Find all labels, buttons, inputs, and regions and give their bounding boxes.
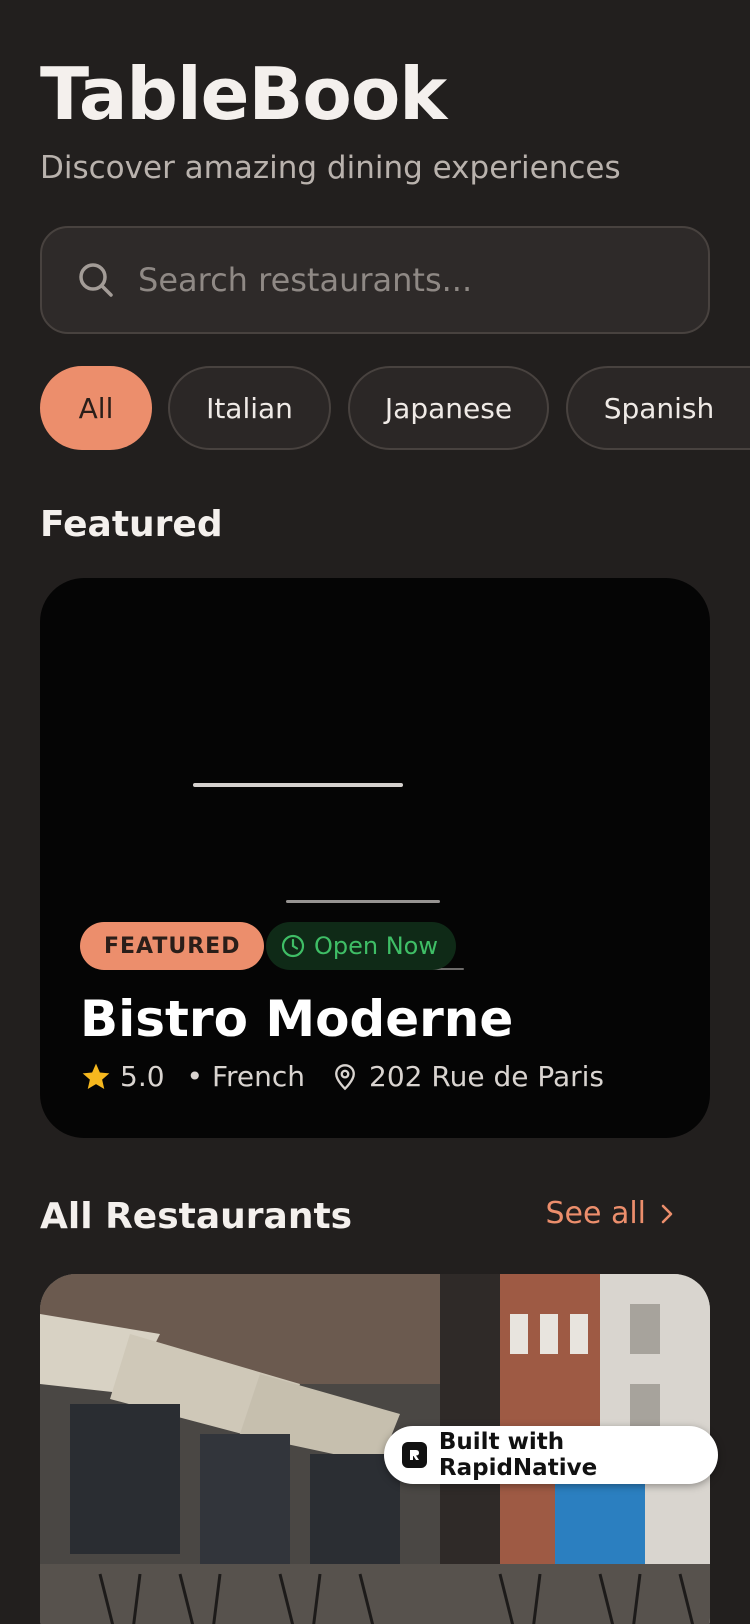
cuisine-label: • French — [186, 1060, 306, 1093]
chevron-right-icon — [661, 1204, 673, 1223]
open-status-badge: Open Now — [266, 922, 456, 970]
rating-value: 5.0 — [120, 1060, 165, 1093]
category-chip-spanish[interactable]: Spanish — [566, 366, 750, 450]
featured-restaurant-name: Bistro Moderne — [80, 990, 514, 1048]
category-chip-japanese[interactable]: Japanese — [348, 366, 549, 450]
category-chip-italian[interactable]: Italian — [168, 366, 331, 450]
search-input[interactable] — [138, 228, 678, 332]
see-all-link[interactable]: See all — [545, 1196, 680, 1231]
location-pin-icon — [335, 1063, 355, 1090]
see-all-label: See all — [545, 1196, 646, 1231]
rapidnative-label: Built with RapidNative — [438, 1429, 598, 1481]
search-icon — [79, 263, 113, 297]
rapidnative-logo-icon — [402, 1442, 427, 1468]
featured-badge: FEATURED — [80, 922, 265, 970]
app-title: TableBook — [40, 52, 447, 136]
featured-restaurant-card[interactable]: FEATURED Open Now Bistro Moderne 5.0 • F… — [40, 578, 710, 1138]
image-streak — [286, 900, 440, 903]
open-status-label: Open Now — [314, 932, 438, 960]
featured-section-title: Featured — [40, 504, 223, 545]
clock-icon — [281, 934, 305, 958]
all-restaurants-section-title: All Restaurants — [40, 1196, 353, 1237]
star-icon — [82, 1063, 110, 1089]
search-bar[interactable] — [40, 226, 710, 334]
address-label: 202 Rue de Paris — [369, 1060, 605, 1093]
featured-meta-row: 5.0 • French 202 Rue de Paris — [80, 1060, 604, 1093]
image-streak — [193, 783, 403, 787]
rapidnative-badge[interactable]: Built with RapidNative — [384, 1426, 718, 1484]
category-chip-all[interactable]: All — [40, 366, 152, 450]
app-subtitle: Discover amazing dining experiences — [40, 150, 621, 186]
